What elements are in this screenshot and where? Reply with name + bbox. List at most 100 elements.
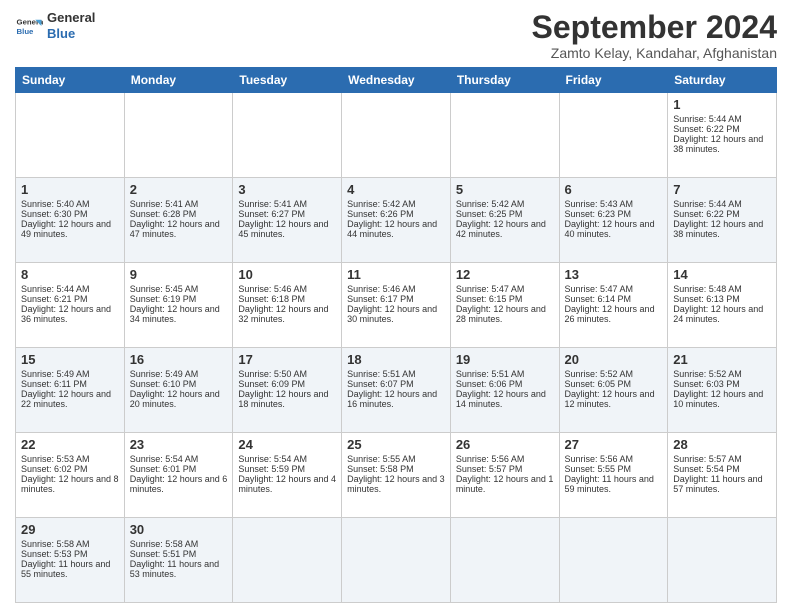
day-number: 4 xyxy=(347,182,445,197)
sunset-text: Sunset: 6:02 PM xyxy=(21,464,88,474)
daylight-text: Daylight: 12 hours and 4 minutes. xyxy=(238,474,336,494)
sunrise-text: Sunrise: 5:50 AM xyxy=(238,369,307,379)
daylight-text: Daylight: 12 hours and 16 minutes. xyxy=(347,389,437,409)
calendar-cell: 20Sunrise: 5:52 AMSunset: 6:05 PMDayligh… xyxy=(559,348,668,433)
calendar-cell xyxy=(668,518,777,603)
day-number: 8 xyxy=(21,267,119,282)
sunrise-text: Sunrise: 5:42 AM xyxy=(347,199,416,209)
calendar-cell: 19Sunrise: 5:51 AMSunset: 6:06 PMDayligh… xyxy=(450,348,559,433)
sunset-text: Sunset: 6:22 PM xyxy=(673,209,740,219)
svg-text:Blue: Blue xyxy=(17,26,35,35)
daylight-text: Daylight: 12 hours and 20 minutes. xyxy=(130,389,220,409)
sunrise-text: Sunrise: 5:58 AM xyxy=(21,539,90,549)
daylight-text: Daylight: 12 hours and 42 minutes. xyxy=(456,219,546,239)
day-number: 23 xyxy=(130,437,228,452)
sunset-text: Sunset: 6:18 PM xyxy=(238,294,305,304)
calendar-cell xyxy=(559,518,668,603)
calendar-week-0: 1Sunrise: 5:44 AMSunset: 6:22 PMDaylight… xyxy=(16,93,777,178)
calendar-week-2: 8Sunrise: 5:44 AMSunset: 6:21 PMDaylight… xyxy=(16,263,777,348)
day-header-saturday: Saturday xyxy=(668,68,777,93)
calendar-cell xyxy=(16,93,125,178)
sunset-text: Sunset: 6:09 PM xyxy=(238,379,305,389)
sunrise-text: Sunrise: 5:46 AM xyxy=(238,284,307,294)
sunrise-text: Sunrise: 5:40 AM xyxy=(21,199,90,209)
sunset-text: Sunset: 6:25 PM xyxy=(456,209,523,219)
daylight-text: Daylight: 12 hours and 6 minutes. xyxy=(130,474,228,494)
sunrise-text: Sunrise: 5:47 AM xyxy=(456,284,525,294)
daylight-text: Daylight: 11 hours and 57 minutes. xyxy=(673,474,762,494)
daylight-text: Daylight: 12 hours and 1 minute. xyxy=(456,474,554,494)
sunset-text: Sunset: 5:59 PM xyxy=(238,464,305,474)
sunrise-text: Sunrise: 5:45 AM xyxy=(130,284,199,294)
day-number: 5 xyxy=(456,182,554,197)
calendar-cell: 23Sunrise: 5:54 AMSunset: 6:01 PMDayligh… xyxy=(124,433,233,518)
calendar-week-5: 29Sunrise: 5:58 AMSunset: 5:53 PMDayligh… xyxy=(16,518,777,603)
sunrise-text: Sunrise: 5:51 AM xyxy=(347,369,416,379)
day-number: 16 xyxy=(130,352,228,367)
day-number: 1 xyxy=(673,97,771,112)
calendar-week-4: 22Sunrise: 5:53 AMSunset: 6:02 PMDayligh… xyxy=(16,433,777,518)
sunrise-text: Sunrise: 5:44 AM xyxy=(673,114,742,124)
calendar-cell: 8Sunrise: 5:44 AMSunset: 6:21 PMDaylight… xyxy=(16,263,125,348)
day-number: 9 xyxy=(130,267,228,282)
calendar-cell: 22Sunrise: 5:53 AMSunset: 6:02 PMDayligh… xyxy=(16,433,125,518)
logo: General Blue General Blue xyxy=(15,10,95,41)
sunset-text: Sunset: 6:19 PM xyxy=(130,294,197,304)
daylight-text: Daylight: 12 hours and 10 minutes. xyxy=(673,389,763,409)
logo-text-general: General xyxy=(47,10,95,26)
sunrise-text: Sunrise: 5:52 AM xyxy=(565,369,634,379)
sunset-text: Sunset: 6:28 PM xyxy=(130,209,197,219)
sunrise-text: Sunrise: 5:54 AM xyxy=(238,454,307,464)
daylight-text: Daylight: 11 hours and 53 minutes. xyxy=(130,559,219,579)
sunrise-text: Sunrise: 5:49 AM xyxy=(130,369,199,379)
sunset-text: Sunset: 6:22 PM xyxy=(673,124,740,134)
calendar-cell: 24 Sunrise: 5:54 AMSunset: 5:59 PMDayligh… xyxy=(233,433,342,518)
day-header-thursday: Thursday xyxy=(450,68,559,93)
sunrise-text: Sunrise: 5:56 AM xyxy=(456,454,525,464)
calendar-cell xyxy=(559,93,668,178)
day-number: 24 xyxy=(238,437,336,452)
sunset-text: Sunset: 5:54 PM xyxy=(673,464,740,474)
daylight-text: Daylight: 12 hours and 45 minutes. xyxy=(238,219,328,239)
daylight-text: Daylight: 12 hours and 34 minutes. xyxy=(130,304,220,324)
calendar-cell: 17Sunrise: 5:50 AMSunset: 6:09 PMDayligh… xyxy=(233,348,342,433)
sunrise-text: Sunrise: 5:52 AM xyxy=(673,369,742,379)
sunset-text: Sunset: 6:26 PM xyxy=(347,209,414,219)
calendar-cell: 14Sunrise: 5:48 AMSunset: 6:13 PMDayligh… xyxy=(668,263,777,348)
day-number: 13 xyxy=(565,267,663,282)
sunset-text: Sunset: 6:21 PM xyxy=(21,294,88,304)
calendar-cell: 2Sunrise: 5:41 AMSunset: 6:28 PMDaylight… xyxy=(124,178,233,263)
day-number: 15 xyxy=(21,352,119,367)
sunset-text: Sunset: 5:53 PM xyxy=(21,549,88,559)
sunrise-text: Sunrise: 5:58 AM xyxy=(130,539,199,549)
sunset-text: Sunset: 5:55 PM xyxy=(565,464,632,474)
daylight-text: Daylight: 12 hours and 24 minutes. xyxy=(673,304,763,324)
daylight-text: Daylight: 12 hours and 47 minutes. xyxy=(130,219,220,239)
day-number: 26 xyxy=(456,437,554,452)
calendar-cell: 29Sunrise: 5:58 AMSunset: 5:53 PMDayligh… xyxy=(16,518,125,603)
calendar-cell: 12Sunrise: 5:47 AMSunset: 6:15 PMDayligh… xyxy=(450,263,559,348)
calendar-table: SundayMondayTuesdayWednesdayThursdayFrid… xyxy=(15,67,777,603)
day-number: 29 xyxy=(21,522,119,537)
calendar-cell: 28Sunrise: 5:57 AMSunset: 5:54 PMDayligh… xyxy=(668,433,777,518)
daylight-text: Daylight: 12 hours and 8 minutes. xyxy=(21,474,119,494)
calendar-cell xyxy=(124,93,233,178)
daylight-text: Daylight: 12 hours and 44 minutes. xyxy=(347,219,437,239)
daylight-text: Daylight: 12 hours and 49 minutes. xyxy=(21,219,111,239)
daylight-text: Daylight: 12 hours and 26 minutes. xyxy=(565,304,655,324)
day-number: 21 xyxy=(673,352,771,367)
calendar-cell: 30Sunrise: 5:58 AMSunset: 5:51 PMDayligh… xyxy=(124,518,233,603)
day-number: 22 xyxy=(21,437,119,452)
calendar-cell: 3Sunrise: 5:41 AMSunset: 6:27 PMDaylight… xyxy=(233,178,342,263)
sunrise-text: Sunrise: 5:41 AM xyxy=(130,199,199,209)
day-number: 14 xyxy=(673,267,771,282)
calendar-cell: 4 Sunrise: 5:42 AMSunset: 6:26 PMDaylight… xyxy=(342,178,451,263)
logo-icon: General Blue xyxy=(15,12,43,40)
calendar-week-3: 15Sunrise: 5:49 AMSunset: 6:11 PMDayligh… xyxy=(16,348,777,433)
calendar-cell: 7Sunrise: 5:44 AMSunset: 6:22 PMDaylight… xyxy=(668,178,777,263)
sunset-text: Sunset: 6:01 PM xyxy=(130,464,197,474)
day-number: 27 xyxy=(565,437,663,452)
day-header-wednesday: Wednesday xyxy=(342,68,451,93)
sunset-text: Sunset: 5:51 PM xyxy=(130,549,197,559)
day-number: 1 xyxy=(21,182,119,197)
